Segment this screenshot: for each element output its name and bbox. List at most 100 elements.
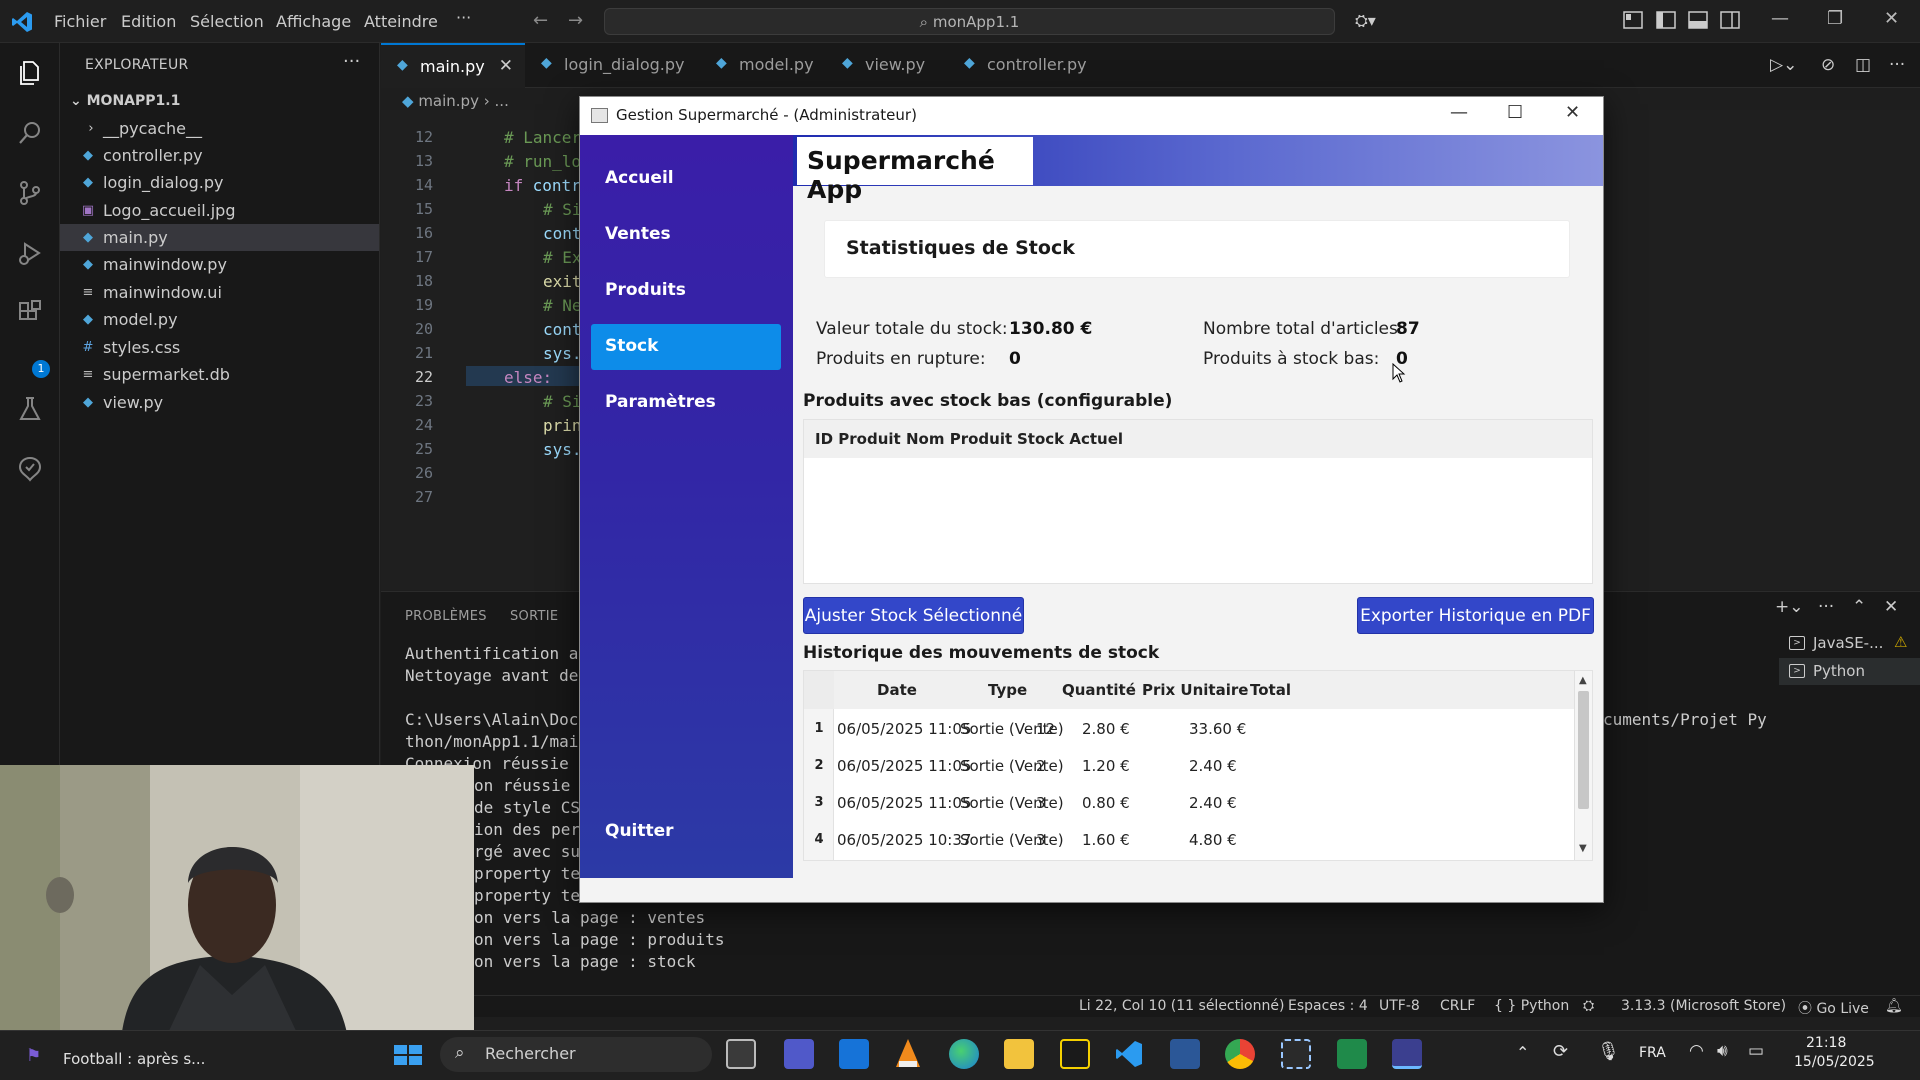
wifi-icon[interactable]: ◠ xyxy=(1689,1041,1704,1061)
sync-icon[interactable]: ⟳ xyxy=(1553,1041,1568,1062)
history-table[interactable]: Date Type Quantité Prix Unitaire Total 1… xyxy=(803,670,1593,861)
news-widget-icon[interactable]: ⚑ xyxy=(26,1046,41,1066)
minimize-icon[interactable]: — xyxy=(1450,102,1468,123)
explorer-icon[interactable] xyxy=(16,59,44,87)
close-icon[interactable]: ✕ xyxy=(1884,8,1899,29)
python-app-icon[interactable] xyxy=(1392,1039,1422,1069)
bell-icon[interactable]: 🔔︎ xyxy=(1885,998,1903,1014)
search-icon[interactable] xyxy=(16,119,44,147)
file-item-supermarket-db[interactable]: ≡ supermarket.db xyxy=(60,361,379,388)
status-language[interactable]: { } Python xyxy=(1494,998,1569,1014)
status-go-live[interactable]: ⦿ Go Live xyxy=(1798,998,1869,1018)
status-encoding[interactable]: UTF-8 xyxy=(1379,998,1420,1014)
file-item-view[interactable]: ◆ view.py xyxy=(60,389,379,416)
tab-main-py[interactable]: ◆ main.py ✕ xyxy=(381,43,525,88)
clock-date[interactable]: 15/05/2025 xyxy=(1794,1054,1875,1070)
menu-atteindre[interactable]: Atteindre xyxy=(364,12,438,31)
column-header[interactable]: Total xyxy=(1250,681,1291,699)
tab-problems[interactable]: PROBLÈMES xyxy=(405,609,487,624)
scroll-up-icon[interactable]: ▲ xyxy=(1579,675,1587,686)
close-icon[interactable]: ✕ xyxy=(1565,102,1580,123)
testing-icon[interactable] xyxy=(16,395,44,423)
file-item-mainwindow-py[interactable]: ◆ mainwindow.py xyxy=(60,251,379,278)
file-explorer-icon[interactable] xyxy=(1004,1039,1034,1069)
file-item-pycache[interactable]: › __pycache__ xyxy=(60,115,379,142)
extensions-icon[interactable] xyxy=(16,299,44,327)
table-row[interactable]: 2 06/05/2025 11:05 Sortie (Vente) 2 1.20… xyxy=(804,748,1574,784)
menu-edition[interactable]: Edition xyxy=(121,12,176,31)
nav-accueil[interactable]: Accueil xyxy=(591,156,781,202)
run-debug-icon[interactable] xyxy=(16,239,44,267)
status-interpreter[interactable]: 3.13.3 (Microsoft Store) xyxy=(1621,998,1786,1014)
export-pdf-button[interactable]: Exporter Historique en PDF xyxy=(1357,597,1594,634)
maximize-panel-icon[interactable]: ⌃ xyxy=(1852,597,1866,617)
copilot-status-icon[interactable]: ⛭ xyxy=(1583,998,1594,1014)
copilot-icon[interactable]: ⛭▾ xyxy=(1355,11,1376,30)
adjust-stock-button[interactable]: Ajuster Stock Sélectionné xyxy=(803,597,1024,634)
panel-more-icon[interactable]: ··· xyxy=(1818,597,1834,617)
column-header[interactable]: Quantité xyxy=(1062,681,1136,699)
vscode-taskbar-icon[interactable] xyxy=(1114,1039,1144,1069)
terminal-javase[interactable]: > JavaSE-... ⚠ xyxy=(1779,630,1920,657)
windows-start-icon[interactable] xyxy=(393,1043,423,1067)
clock-time[interactable]: 21:18 xyxy=(1806,1035,1846,1051)
table-row[interactable]: 3 06/05/2025 11:05 Sortie (Vente) 3 0.80… xyxy=(804,785,1574,821)
tab-controller[interactable]: ◆ controller.py xyxy=(948,43,1108,88)
volume-icon[interactable]: 🔊︎ xyxy=(1717,1041,1728,1061)
nav-stock[interactable]: Stock xyxy=(591,324,781,370)
restore-icon[interactable]: ❐ xyxy=(1827,8,1843,29)
teams-icon[interactable] xyxy=(784,1039,814,1069)
tab-model[interactable]: ◆ model.py xyxy=(700,43,826,88)
toggle-sidebar-icon[interactable] xyxy=(1656,11,1676,29)
history-scrollbar[interactable]: ▲ ▼ xyxy=(1574,671,1592,860)
status-indentation[interactable]: Espaces : 4 xyxy=(1288,998,1368,1014)
word-icon[interactable] xyxy=(1170,1039,1200,1069)
file-item-login-dialog[interactable]: ◆ login_dialog.py xyxy=(60,169,379,196)
store-icon[interactable] xyxy=(839,1039,869,1069)
debug-icon[interactable]: ⊘ xyxy=(1821,55,1835,75)
more-actions-icon[interactable]: ··· xyxy=(1889,55,1905,75)
file-item-controller[interactable]: ◆ controller.py xyxy=(60,142,379,169)
file-item-logo[interactable]: ▣ Logo_accueil.jpg xyxy=(60,197,379,224)
chrome-icon[interactable] xyxy=(1225,1039,1255,1069)
file-item-styles[interactable]: # styles.css xyxy=(60,334,379,361)
new-terminal-icon[interactable]: +⌄ xyxy=(1775,597,1804,617)
nav-quitter[interactable]: Quitter xyxy=(591,809,781,855)
explorer-more-button[interactable]: ··· xyxy=(343,51,360,72)
workspace-root[interactable]: ⌄ MONAPP1.1 xyxy=(70,93,180,109)
tray-chevron-icon[interactable]: ⌃ xyxy=(1516,1043,1529,1062)
close-panel-icon[interactable]: ✕ xyxy=(1884,597,1898,617)
task-view-icon[interactable] xyxy=(726,1039,756,1069)
scrollbar-thumb[interactable] xyxy=(1578,691,1589,809)
edge-icon[interactable] xyxy=(949,1039,979,1069)
pycharm-icon[interactable] xyxy=(1337,1039,1367,1069)
column-header[interactable]: Nom Produit xyxy=(906,430,1012,448)
toggle-secondary-sidebar-icon[interactable] xyxy=(1720,11,1740,29)
back-arrow-icon[interactable]: ← xyxy=(533,10,548,31)
file-item-main[interactable]: ◆ main.py xyxy=(60,224,379,251)
breadcrumb[interactable]: ◆ main.py › ... xyxy=(402,92,509,110)
table-row[interactable]: 1 06/05/2025 11:05 Sortie (Vente) 12 2.8… xyxy=(804,711,1574,747)
menu-fichier[interactable]: Fichier xyxy=(54,12,106,31)
column-header[interactable]: ID Produit xyxy=(815,430,901,448)
column-header[interactable]: Stock Actuel xyxy=(1017,430,1123,448)
maximize-icon[interactable]: ☐ xyxy=(1507,102,1523,123)
close-tab-icon[interactable]: ✕ xyxy=(499,56,513,76)
tab-output[interactable]: SORTIE xyxy=(510,609,558,624)
source-control-icon[interactable] xyxy=(16,179,44,207)
news-widget-text[interactable]: Football : après s... xyxy=(63,1050,205,1068)
remote-explorer-icon[interactable] xyxy=(16,455,44,483)
input-language[interactable]: FRA xyxy=(1639,1045,1666,1061)
menu-affichage[interactable]: Affichage xyxy=(276,12,351,31)
sticky-notes-icon[interactable] xyxy=(1060,1039,1090,1069)
nav-ventes[interactable]: Ventes xyxy=(591,212,781,258)
taskbar-search[interactable]: ⌕ Rechercher xyxy=(440,1037,712,1072)
nav-parametres[interactable]: Paramètres xyxy=(591,380,781,426)
minimize-icon[interactable]: — xyxy=(1771,8,1789,29)
customize-layout-icon[interactable] xyxy=(1623,11,1643,29)
vlc-icon[interactable] xyxy=(893,1037,923,1071)
split-editor-icon[interactable]: ◫ xyxy=(1855,55,1871,75)
column-header[interactable]: Type xyxy=(988,681,1027,699)
file-item-model[interactable]: ◆ model.py xyxy=(60,306,379,333)
scroll-down-icon[interactable]: ▼ xyxy=(1579,843,1587,854)
